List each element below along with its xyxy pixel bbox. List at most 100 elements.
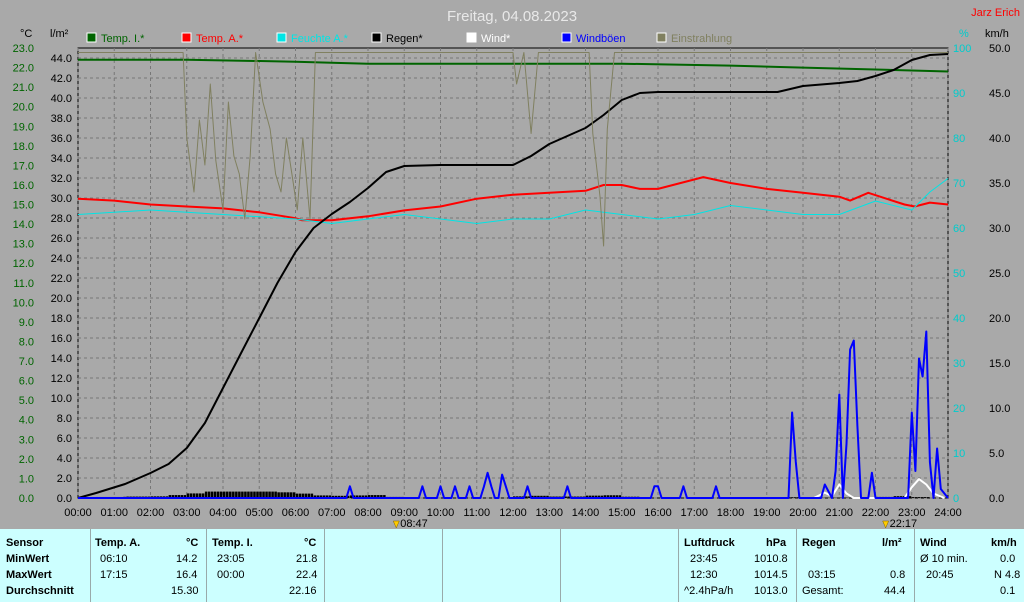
legend-label: Regen* xyxy=(386,33,423,45)
wind-tick-label: 45.0 xyxy=(989,88,1010,100)
temp-tick-label: 21.0 xyxy=(13,82,34,94)
wind-tick-label: 5.0 xyxy=(989,448,1004,460)
avg-row-label: Durchschnitt xyxy=(6,585,74,597)
rain-header: Regen xyxy=(802,537,836,549)
rain-max-time: 03:15 xyxy=(808,569,836,581)
legend-swatch xyxy=(181,32,192,43)
pressure-row3-value: 1013.0 xyxy=(754,585,788,597)
rain-bar xyxy=(790,497,794,498)
temp-i-unit: °C xyxy=(304,537,317,549)
temp-tick-label: 7.0 xyxy=(19,356,34,368)
wind-tick-label: 10.0 xyxy=(989,403,1010,415)
wind-avg10-value: 0.0 xyxy=(1000,553,1016,565)
unit-temp-label: °C xyxy=(20,28,32,40)
x-tick-label: 03:00 xyxy=(173,507,201,519)
rain-bar xyxy=(923,497,927,498)
rain-bar xyxy=(917,497,921,498)
humidity-tick-label: 40 xyxy=(953,313,965,325)
unit-wind-label: km/h xyxy=(985,28,1009,40)
legend-swatch xyxy=(276,32,287,43)
temp-i-max-time: 00:00 xyxy=(217,569,245,581)
unit-humidity-label: % xyxy=(959,28,969,40)
rain-tick-label: 12.0 xyxy=(51,373,72,385)
rain-total-value: 44.4 xyxy=(884,585,906,597)
x-tick-label: 12:00 xyxy=(499,507,527,519)
temp-tick-label: 17.0 xyxy=(13,160,34,172)
pressure-row1-time: 23:45 xyxy=(690,553,718,565)
x-tick-label: 04:00 xyxy=(209,507,237,519)
wind-max-value: N 4.8 xyxy=(994,569,1021,581)
temp-tick-label: 23.0 xyxy=(13,43,34,55)
rain-unit: l/m² xyxy=(882,537,902,549)
temp-tick-label: 18.0 xyxy=(13,141,34,153)
wind-tick-label: 30.0 xyxy=(989,223,1010,235)
x-tick-label: 06:00 xyxy=(282,507,310,519)
wind-average-value: 0.1 xyxy=(1000,585,1016,597)
temp-tick-label: 8.0 xyxy=(19,336,34,348)
humidity-tick-label: 100 xyxy=(953,43,971,55)
wind-tick-label: 0.0 xyxy=(989,493,1004,505)
legend-label: Temp. I.* xyxy=(101,33,145,45)
wind-tick-label: 40.0 xyxy=(989,133,1010,145)
time-marker-label: 08:47 xyxy=(400,518,428,529)
rain-tick-label: 36.0 xyxy=(51,133,72,145)
temp-tick-label: 0.0 xyxy=(19,493,34,505)
humidity-tick-label: 90 xyxy=(953,88,965,100)
temp-tick-label: 3.0 xyxy=(19,434,34,446)
rain-bar xyxy=(926,497,930,498)
rain-tick-label: 2.0 xyxy=(57,473,72,485)
temp-i-average: 22.16 xyxy=(289,585,317,597)
legend-label: Feuchte A.* xyxy=(291,33,349,45)
unit-rain-label: l/m² xyxy=(50,28,69,40)
temp-tick-label: 14.0 xyxy=(13,219,34,231)
temp-i-min-time: 23:05 xyxy=(217,553,245,565)
x-tick-label: 16:00 xyxy=(644,507,672,519)
author-label: Jarz Erich xyxy=(971,7,1020,19)
humidity-tick-label: 50 xyxy=(953,268,965,280)
wind-tick-label: 35.0 xyxy=(989,178,1010,190)
legend-label: Temp. A.* xyxy=(196,33,244,45)
x-tick-label: 22:00 xyxy=(862,507,890,519)
rain-bar xyxy=(567,496,570,498)
x-tick-label: 01:00 xyxy=(100,507,128,519)
wind-avg10-label: Ø 10 min. xyxy=(920,553,968,565)
legend-swatch xyxy=(371,32,382,43)
legend-swatch xyxy=(656,32,667,43)
rain-tick-label: 16.0 xyxy=(51,333,72,345)
wind-tick-label: 25.0 xyxy=(989,268,1010,280)
pressure-trend-label: ^2.4hPa/h xyxy=(684,585,734,597)
x-tick-label: 20:00 xyxy=(789,507,817,519)
rain-tick-label: 8.0 xyxy=(57,413,72,425)
temp-tick-label: 4.0 xyxy=(19,415,34,427)
max-row-label: MaxWert xyxy=(6,569,52,581)
temp-tick-label: 11.0 xyxy=(13,278,34,290)
sensor-header: Sensor xyxy=(6,537,44,549)
pressure-row2-value: 1014.5 xyxy=(754,569,788,581)
rain-tick-label: 38.0 xyxy=(51,113,72,125)
legend-swatch xyxy=(466,32,477,43)
temp-a-min-time: 06:10 xyxy=(100,553,128,565)
x-tick-label: 24:00 xyxy=(934,507,962,519)
x-tick-label: 00:00 xyxy=(64,507,92,519)
humidity-tick-label: 60 xyxy=(953,223,965,235)
x-tick-label: 10:00 xyxy=(427,507,455,519)
weather-chart: Freitag, 04.08.2023 Jarz Erich °C l/m² %… xyxy=(0,0,1024,529)
temp-tick-label: 9.0 xyxy=(19,317,34,329)
wind-tick-label: 20.0 xyxy=(989,313,1010,325)
temp-tick-label: 12.0 xyxy=(13,258,34,270)
rain-tick-label: 28.0 xyxy=(51,213,72,225)
rain-tick-label: 14.0 xyxy=(51,353,72,365)
rain-tick-label: 30.0 xyxy=(51,193,72,205)
rain-bar xyxy=(793,497,797,498)
rain-tick-label: 0.0 xyxy=(57,493,72,505)
rain-tick-label: 32.0 xyxy=(51,173,72,185)
legend-swatch xyxy=(561,32,572,43)
pressure-unit: hPa xyxy=(766,537,787,549)
pressure-row2-time: 12:30 xyxy=(690,569,718,581)
rain-max-value: 0.8 xyxy=(890,569,906,581)
temp-a-min-value: 14.2 xyxy=(176,553,198,565)
rain-bar xyxy=(914,497,918,498)
wind-max-time: 20:45 xyxy=(926,569,954,581)
wind-tick-label: 15.0 xyxy=(989,358,1010,370)
temp-a-header: Temp. A. xyxy=(95,537,141,549)
